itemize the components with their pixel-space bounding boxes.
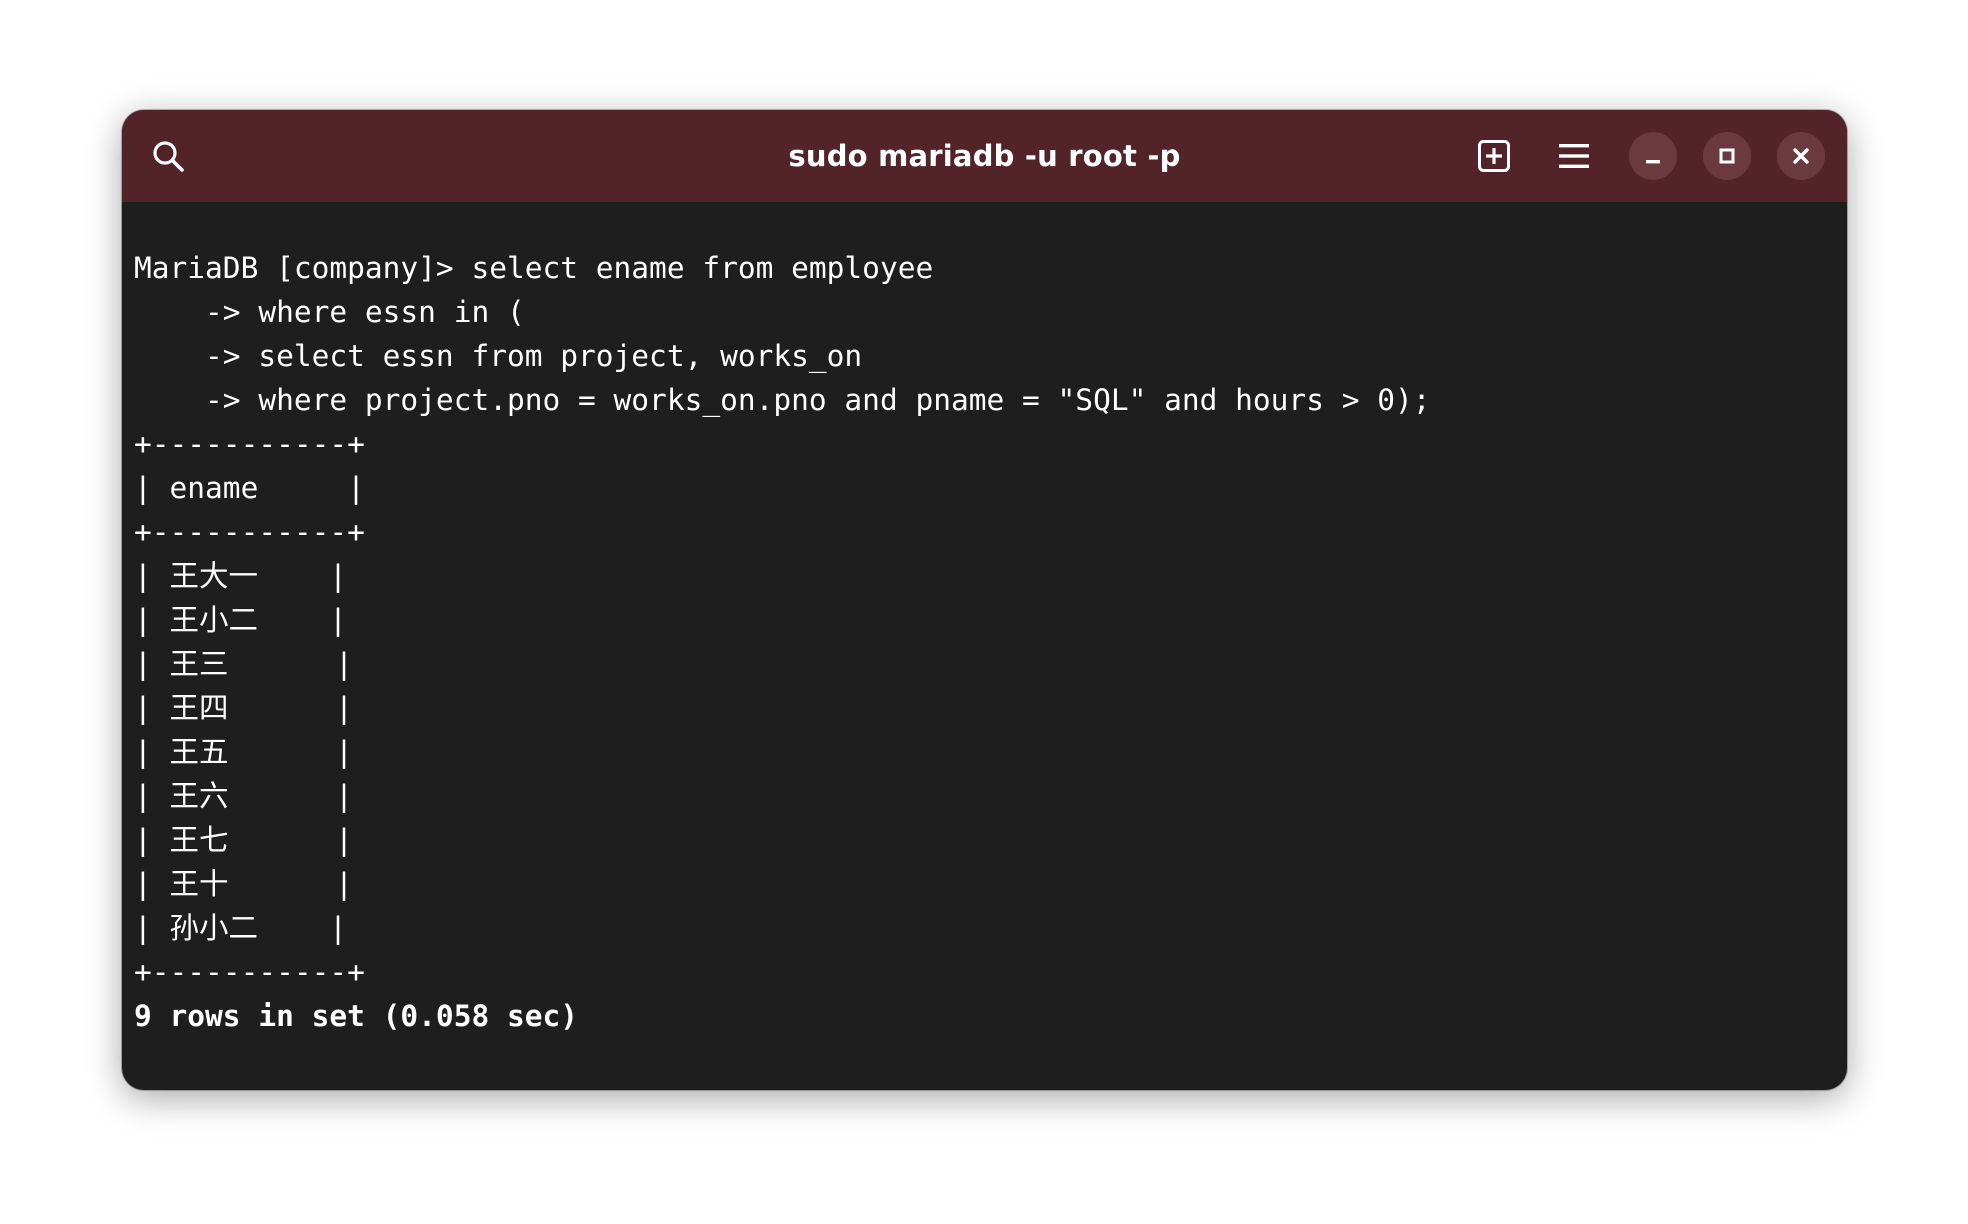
table-row: | 王七 | bbox=[134, 823, 353, 857]
new-tab-icon bbox=[1478, 140, 1510, 172]
table-row: | 王三 | bbox=[134, 647, 353, 681]
table-row: | 王六 | bbox=[134, 779, 353, 813]
sql-prompt-line: MariaDB [company]> select ename from emp… bbox=[134, 251, 934, 285]
search-button[interactable] bbox=[144, 132, 192, 180]
minimize-icon bbox=[1646, 160, 1660, 164]
sql-continuation-line: -> where essn in ( bbox=[134, 295, 525, 329]
menu-button[interactable] bbox=[1550, 132, 1598, 180]
sql-continuation-line: -> select essn from project, works_on bbox=[134, 339, 863, 373]
maximize-button[interactable] bbox=[1703, 132, 1751, 180]
title-bar: sudo mariadb -u root -p bbox=[122, 110, 1847, 202]
maximize-icon bbox=[1719, 148, 1735, 164]
terminal-window: sudo mariadb -u root -p MariaDB [company… bbox=[122, 110, 1847, 1090]
table-row: | 王四 | bbox=[134, 691, 353, 725]
terminal-output[interactable]: MariaDB [company]> select ename from emp… bbox=[134, 246, 1847, 1090]
close-icon bbox=[1793, 148, 1809, 164]
search-icon bbox=[153, 141, 184, 172]
table-row: | 王五 | bbox=[134, 735, 353, 769]
minimize-button[interactable] bbox=[1629, 132, 1677, 180]
new-tab-button[interactable] bbox=[1470, 132, 1518, 180]
close-button[interactable] bbox=[1777, 132, 1825, 180]
table-border: +-----------+ bbox=[134, 427, 365, 461]
hamburger-menu-icon bbox=[1559, 144, 1589, 168]
table-row: | 王小二 | bbox=[134, 603, 347, 637]
table-row: | 孙小二 | bbox=[134, 911, 347, 945]
table-row: | 王大一 | bbox=[134, 559, 347, 593]
sql-continuation-line: -> where project.pno = works_on.pno and … bbox=[134, 383, 1431, 417]
table-row: | 王十 | bbox=[134, 867, 353, 901]
table-border: +-----------+ bbox=[134, 515, 365, 549]
table-header: | ename | bbox=[134, 471, 365, 505]
result-summary: 9 rows in set (0.058 sec) bbox=[134, 999, 579, 1033]
table-border: +-----------+ bbox=[134, 955, 365, 989]
